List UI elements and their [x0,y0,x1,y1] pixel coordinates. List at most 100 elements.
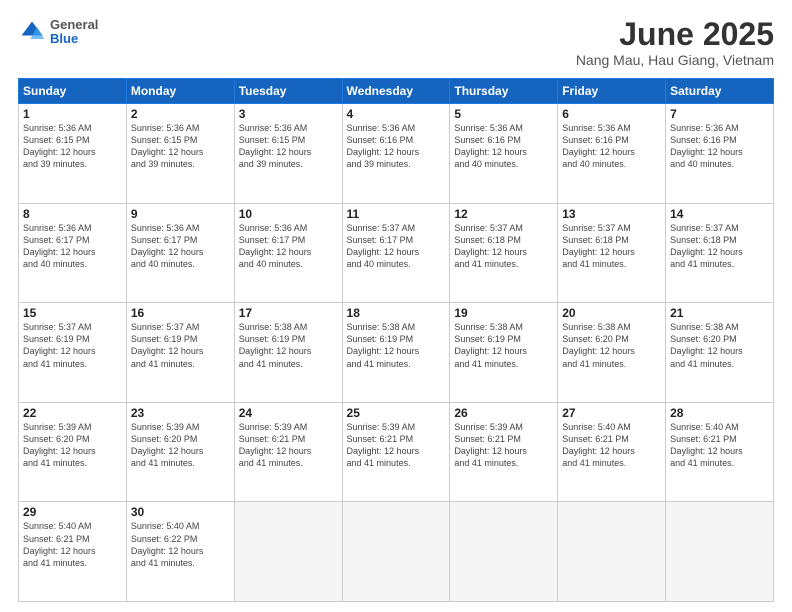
logo-text: General Blue [50,18,98,47]
calendar-cell: 23Sunrise: 5:39 AM Sunset: 6:20 PM Dayli… [126,402,234,502]
day-number: 20 [562,306,661,320]
day-info: Sunrise: 5:36 AM Sunset: 6:17 PM Dayligh… [239,222,338,271]
calendar-week-row: 22Sunrise: 5:39 AM Sunset: 6:20 PM Dayli… [19,402,774,502]
calendar-cell [558,502,666,602]
day-number: 1 [23,107,122,121]
day-number: 23 [131,406,230,420]
day-info: Sunrise: 5:37 AM Sunset: 6:19 PM Dayligh… [131,321,230,370]
calendar-cell: 18Sunrise: 5:38 AM Sunset: 6:19 PM Dayli… [342,303,450,403]
weekday-header-row: SundayMondayTuesdayWednesdayThursdayFrid… [19,79,774,104]
weekday-header-saturday: Saturday [666,79,774,104]
day-info: Sunrise: 5:36 AM Sunset: 6:16 PM Dayligh… [670,122,769,171]
calendar-cell: 26Sunrise: 5:39 AM Sunset: 6:21 PM Dayli… [450,402,558,502]
day-info: Sunrise: 5:37 AM Sunset: 6:19 PM Dayligh… [23,321,122,370]
day-info: Sunrise: 5:36 AM Sunset: 6:15 PM Dayligh… [23,122,122,171]
day-info: Sunrise: 5:40 AM Sunset: 6:22 PM Dayligh… [131,520,230,569]
day-number: 2 [131,107,230,121]
day-number: 12 [454,207,553,221]
day-info: Sunrise: 5:38 AM Sunset: 6:19 PM Dayligh… [347,321,446,370]
day-info: Sunrise: 5:36 AM Sunset: 6:17 PM Dayligh… [131,222,230,271]
calendar-cell: 11Sunrise: 5:37 AM Sunset: 6:17 PM Dayli… [342,203,450,303]
calendar-cell: 6Sunrise: 5:36 AM Sunset: 6:16 PM Daylig… [558,104,666,204]
day-info: Sunrise: 5:37 AM Sunset: 6:18 PM Dayligh… [670,222,769,271]
day-info: Sunrise: 5:39 AM Sunset: 6:20 PM Dayligh… [131,421,230,470]
calendar-cell: 4Sunrise: 5:36 AM Sunset: 6:16 PM Daylig… [342,104,450,204]
day-number: 3 [239,107,338,121]
day-number: 8 [23,207,122,221]
header-right: June 2025 Nang Mau, Hau Giang, Vietnam [576,18,774,68]
calendar-cell: 12Sunrise: 5:37 AM Sunset: 6:18 PM Dayli… [450,203,558,303]
weekday-header-wednesday: Wednesday [342,79,450,104]
day-number: 24 [239,406,338,420]
calendar-cell: 29Sunrise: 5:40 AM Sunset: 6:21 PM Dayli… [19,502,127,602]
weekday-header-monday: Monday [126,79,234,104]
calendar-cell [450,502,558,602]
day-info: Sunrise: 5:40 AM Sunset: 6:21 PM Dayligh… [670,421,769,470]
day-info: Sunrise: 5:40 AM Sunset: 6:21 PM Dayligh… [562,421,661,470]
calendar-cell: 9Sunrise: 5:36 AM Sunset: 6:17 PM Daylig… [126,203,234,303]
calendar-cell: 1Sunrise: 5:36 AM Sunset: 6:15 PM Daylig… [19,104,127,204]
day-number: 7 [670,107,769,121]
day-number: 25 [347,406,446,420]
day-number: 10 [239,207,338,221]
day-number: 21 [670,306,769,320]
calendar-cell: 28Sunrise: 5:40 AM Sunset: 6:21 PM Dayli… [666,402,774,502]
calendar-cell: 14Sunrise: 5:37 AM Sunset: 6:18 PM Dayli… [666,203,774,303]
calendar-cell: 5Sunrise: 5:36 AM Sunset: 6:16 PM Daylig… [450,104,558,204]
day-number: 11 [347,207,446,221]
calendar-cell [342,502,450,602]
weekday-header-thursday: Thursday [450,79,558,104]
day-number: 15 [23,306,122,320]
calendar-cell: 7Sunrise: 5:36 AM Sunset: 6:16 PM Daylig… [666,104,774,204]
calendar-week-row: 1Sunrise: 5:36 AM Sunset: 6:15 PM Daylig… [19,104,774,204]
calendar-subtitle: Nang Mau, Hau Giang, Vietnam [576,52,774,68]
calendar-cell: 24Sunrise: 5:39 AM Sunset: 6:21 PM Dayli… [234,402,342,502]
day-number: 26 [454,406,553,420]
calendar-cell: 8Sunrise: 5:36 AM Sunset: 6:17 PM Daylig… [19,203,127,303]
day-number: 9 [131,207,230,221]
calendar-title: June 2025 [576,18,774,50]
day-info: Sunrise: 5:39 AM Sunset: 6:21 PM Dayligh… [347,421,446,470]
calendar-week-row: 8Sunrise: 5:36 AM Sunset: 6:17 PM Daylig… [19,203,774,303]
calendar-cell: 20Sunrise: 5:38 AM Sunset: 6:20 PM Dayli… [558,303,666,403]
day-number: 14 [670,207,769,221]
calendar-cell: 27Sunrise: 5:40 AM Sunset: 6:21 PM Dayli… [558,402,666,502]
day-number: 13 [562,207,661,221]
calendar-cell: 15Sunrise: 5:37 AM Sunset: 6:19 PM Dayli… [19,303,127,403]
day-info: Sunrise: 5:37 AM Sunset: 6:18 PM Dayligh… [562,222,661,271]
page: General Blue June 2025 Nang Mau, Hau Gia… [0,0,792,612]
calendar-cell: 21Sunrise: 5:38 AM Sunset: 6:20 PM Dayli… [666,303,774,403]
day-info: Sunrise: 5:36 AM Sunset: 6:16 PM Dayligh… [347,122,446,171]
day-info: Sunrise: 5:38 AM Sunset: 6:19 PM Dayligh… [454,321,553,370]
calendar-cell: 13Sunrise: 5:37 AM Sunset: 6:18 PM Dayli… [558,203,666,303]
calendar-week-row: 15Sunrise: 5:37 AM Sunset: 6:19 PM Dayli… [19,303,774,403]
day-info: Sunrise: 5:39 AM Sunset: 6:21 PM Dayligh… [239,421,338,470]
header: General Blue June 2025 Nang Mau, Hau Gia… [18,18,774,68]
logo-general: General [50,18,98,32]
day-info: Sunrise: 5:40 AM Sunset: 6:21 PM Dayligh… [23,520,122,569]
day-number: 6 [562,107,661,121]
day-info: Sunrise: 5:38 AM Sunset: 6:20 PM Dayligh… [562,321,661,370]
logo-blue: Blue [50,32,98,46]
day-info: Sunrise: 5:36 AM Sunset: 6:15 PM Dayligh… [131,122,230,171]
day-info: Sunrise: 5:37 AM Sunset: 6:17 PM Dayligh… [347,222,446,271]
logo: General Blue [18,18,98,47]
logo-icon [18,18,46,46]
calendar-cell: 10Sunrise: 5:36 AM Sunset: 6:17 PM Dayli… [234,203,342,303]
calendar-cell: 17Sunrise: 5:38 AM Sunset: 6:19 PM Dayli… [234,303,342,403]
day-info: Sunrise: 5:38 AM Sunset: 6:20 PM Dayligh… [670,321,769,370]
calendar-cell: 25Sunrise: 5:39 AM Sunset: 6:21 PM Dayli… [342,402,450,502]
day-info: Sunrise: 5:36 AM Sunset: 6:17 PM Dayligh… [23,222,122,271]
day-number: 30 [131,505,230,519]
day-number: 4 [347,107,446,121]
calendar-cell [666,502,774,602]
calendar-week-row: 29Sunrise: 5:40 AM Sunset: 6:21 PM Dayli… [19,502,774,602]
day-info: Sunrise: 5:39 AM Sunset: 6:20 PM Dayligh… [23,421,122,470]
day-info: Sunrise: 5:36 AM Sunset: 6:15 PM Dayligh… [239,122,338,171]
calendar-cell [234,502,342,602]
day-info: Sunrise: 5:36 AM Sunset: 6:16 PM Dayligh… [562,122,661,171]
weekday-header-sunday: Sunday [19,79,127,104]
calendar-cell: 16Sunrise: 5:37 AM Sunset: 6:19 PM Dayli… [126,303,234,403]
day-number: 16 [131,306,230,320]
day-info: Sunrise: 5:38 AM Sunset: 6:19 PM Dayligh… [239,321,338,370]
